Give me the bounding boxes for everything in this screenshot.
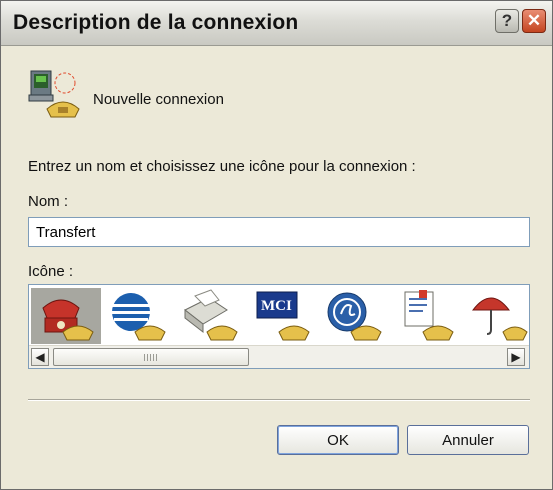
red-phone-icon[interactable]: [31, 288, 101, 344]
name-label: Nom :: [28, 193, 69, 210]
window-title: Description de la connexion: [13, 11, 299, 34]
ge-icon[interactable]: [319, 288, 389, 344]
document-icon[interactable]: [391, 288, 461, 344]
ok-button[interactable]: OK: [277, 425, 399, 455]
separator: [28, 399, 530, 401]
instructions-text: Entrez un nom et choisissez une icône po…: [28, 158, 416, 175]
globe-icon[interactable]: [103, 288, 173, 344]
thumb-grip: [144, 354, 158, 361]
horizontal-scrollbar[interactable]: ◀ ▶: [29, 345, 529, 368]
mci-icon[interactable]: MCI: [247, 288, 317, 344]
new-connection-icon: [28, 70, 80, 118]
connection-label: Nouvelle connexion: [93, 91, 224, 108]
fax-icon[interactable]: [175, 288, 245, 344]
icon-label: Icône :: [28, 263, 74, 280]
name-input[interactable]: [28, 217, 530, 247]
scroll-thumb[interactable]: [53, 348, 249, 366]
help-button[interactable]: ?: [495, 9, 519, 33]
connection-description-dialog: Description de la connexion ? ✕ Nouvelle…: [0, 0, 553, 490]
cancel-button[interactable]: Annuler: [407, 425, 529, 455]
svg-text:MCI: MCI: [261, 298, 292, 314]
icon-list[interactable]: MCI ◀ ▶: [28, 284, 530, 369]
title-bar[interactable]: Description de la connexion ? ✕: [1, 1, 552, 46]
close-button[interactable]: ✕: [522, 9, 546, 33]
umbrella-icon[interactable]: [463, 288, 529, 344]
scroll-right-button[interactable]: ▶: [507, 348, 525, 366]
scroll-left-button[interactable]: ◀: [31, 348, 49, 366]
